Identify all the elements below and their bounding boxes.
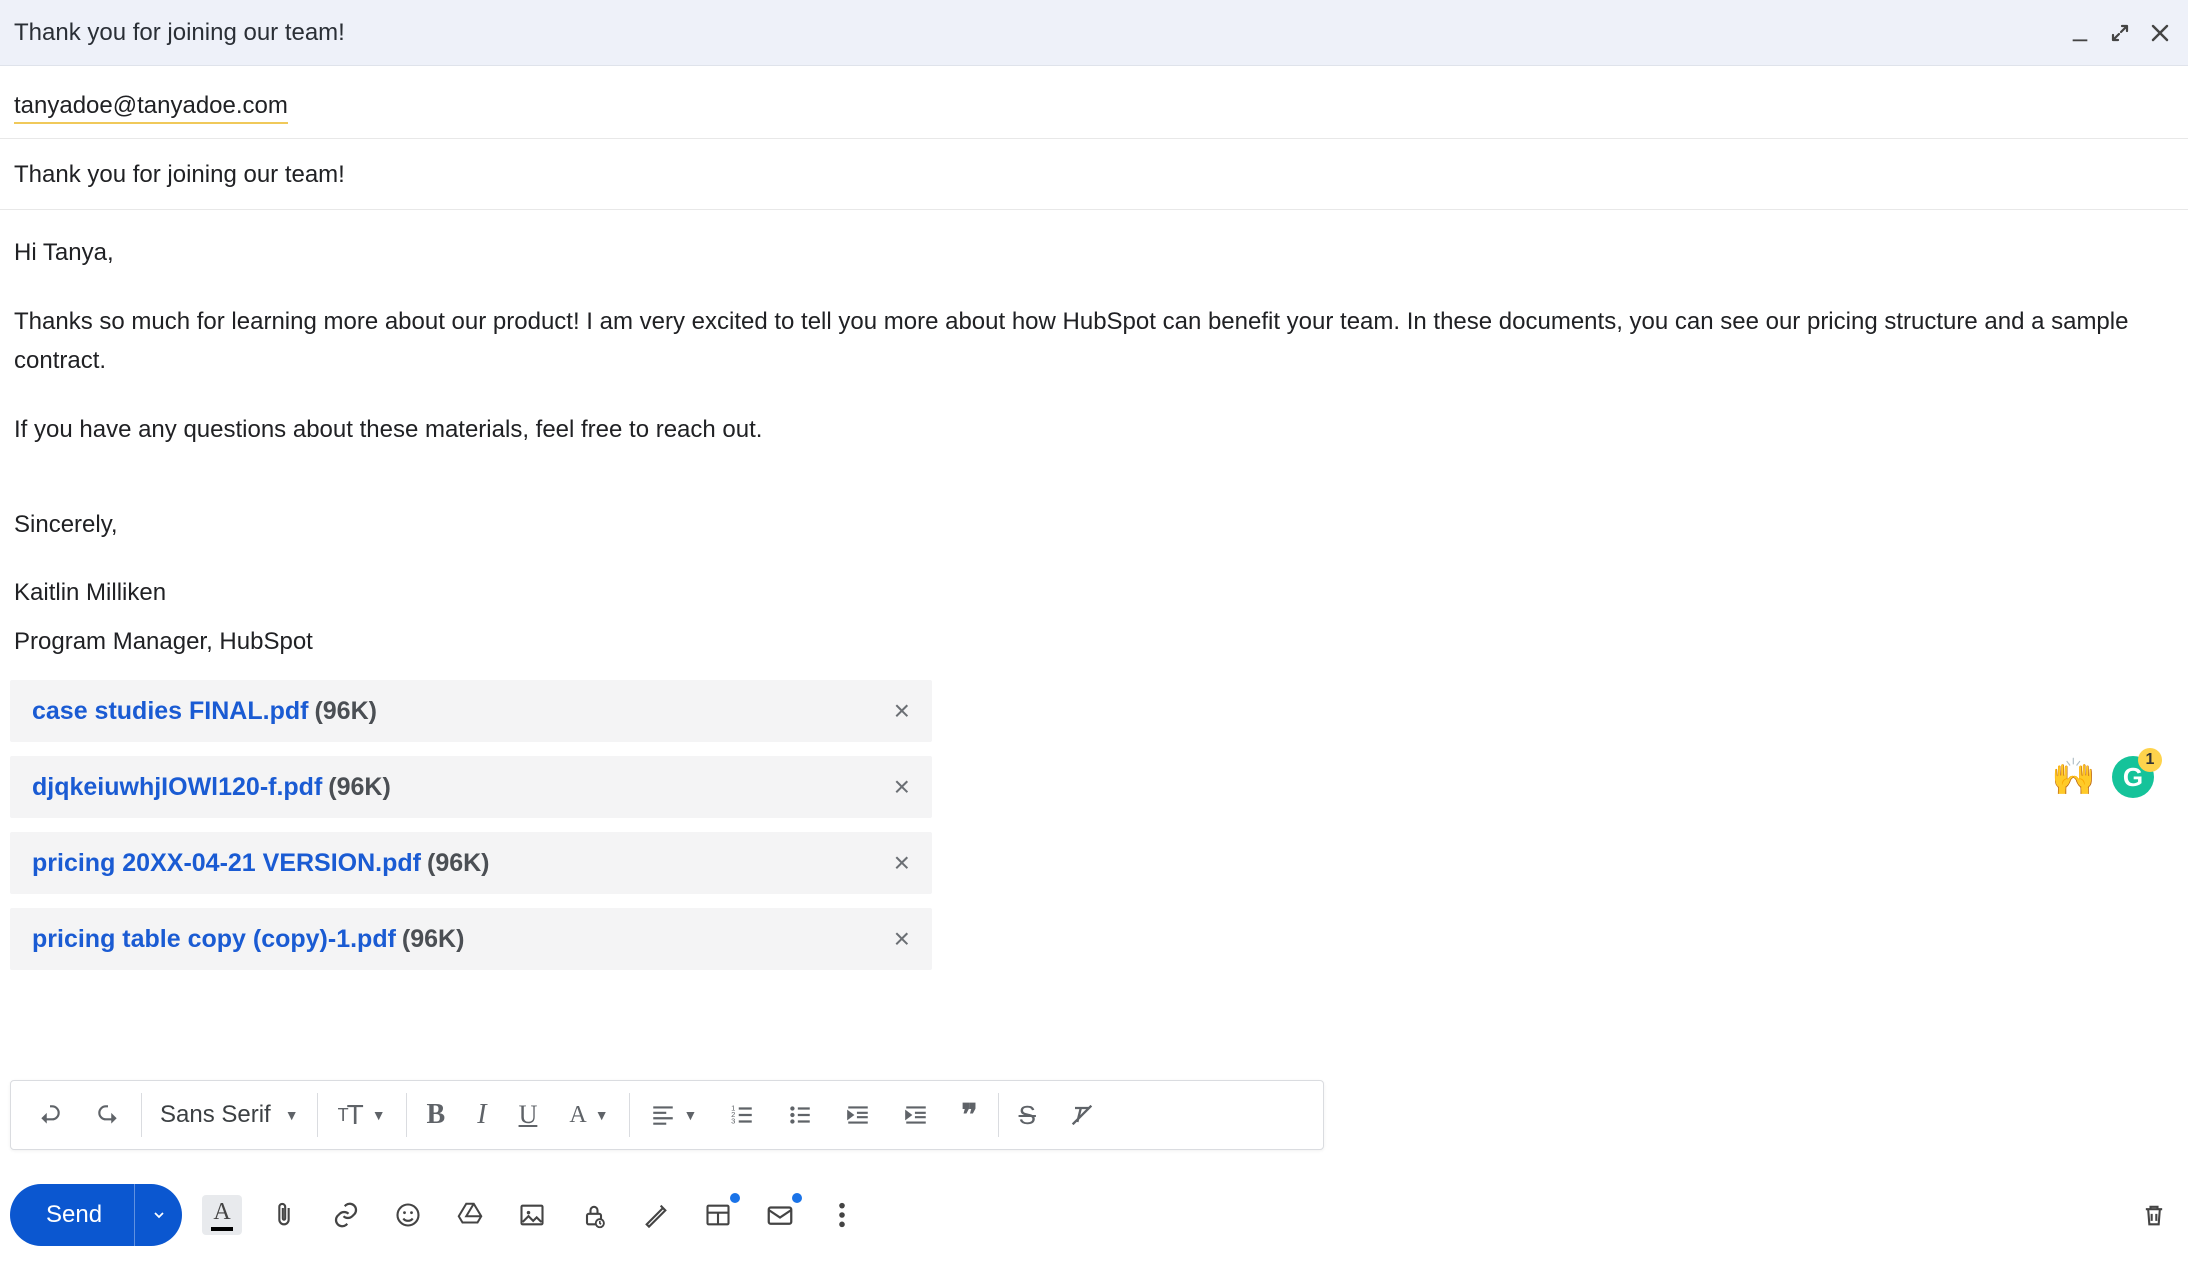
compose-actions: A: [202, 1195, 862, 1235]
insert-drive-button[interactable]: [450, 1195, 490, 1235]
italic-button[interactable]: I: [461, 1092, 502, 1138]
strikethrough-button[interactable]: S: [1003, 1092, 1052, 1138]
attachment-name[interactable]: case studies FINAL.pdf: [32, 697, 308, 726]
indent-more-button[interactable]: [887, 1092, 945, 1138]
chevron-down-icon: ▼: [684, 1107, 698, 1123]
insert-link-button[interactable]: [326, 1195, 366, 1235]
attachment-name[interactable]: pricing 20XX-04-21 VERSION.pdf: [32, 849, 421, 878]
subject-text[interactable]: Thank you for joining our team!: [14, 161, 345, 188]
format-toolbar: Sans Serif ▼ TT ▼ B I U A▼ ▼ 123 ❞ S: [10, 1080, 1324, 1150]
recipient-row[interactable]: tanyadoe@tanyadoe.com: [0, 66, 2188, 139]
underline-button[interactable]: U: [503, 1092, 554, 1138]
attachment-item[interactable]: case studies FINAL.pdf (96K) ×: [10, 680, 932, 742]
more-options-button[interactable]: [822, 1195, 862, 1235]
undo-button[interactable]: [21, 1092, 79, 1138]
insert-photo-button[interactable]: [512, 1195, 552, 1235]
svg-text:3: 3: [732, 1117, 736, 1126]
attachments-list: case studies FINAL.pdf (96K) × djqkeiuwh…: [0, 674, 940, 970]
chevron-down-icon: ▼: [372, 1107, 386, 1123]
attachment-size: (96K): [427, 849, 490, 878]
minimize-icon[interactable]: [2066, 19, 2094, 47]
font-select[interactable]: Sans Serif ▼: [146, 1101, 313, 1129]
insert-signature-button[interactable]: [636, 1195, 676, 1235]
font-size-button[interactable]: TT ▼: [322, 1092, 402, 1138]
bullet-list-button[interactable]: [771, 1092, 829, 1138]
formatting-toggle-button[interactable]: A: [202, 1195, 242, 1235]
attachment-item[interactable]: pricing 20XX-04-21 VERSION.pdf (96K) ×: [10, 832, 932, 894]
close-icon[interactable]: [2146, 19, 2174, 47]
align-button[interactable]: ▼: [634, 1092, 714, 1138]
attachment-item[interactable]: djqkeiuwhjIOWl120-f.pdf (96K) ×: [10, 756, 932, 818]
send-options-button[interactable]: [134, 1184, 182, 1246]
body-p1: Thanks so much for learning more about o…: [14, 303, 2174, 381]
redo-button[interactable]: [79, 1092, 137, 1138]
attachment-size: (96K): [402, 925, 465, 954]
quote-button[interactable]: ❞: [945, 1092, 993, 1138]
extension-icons: 🙌 G: [2051, 756, 2154, 798]
attachment-size: (96K): [314, 697, 377, 726]
send-button[interactable]: Send: [10, 1184, 134, 1246]
subject-row[interactable]: Thank you for joining our team!: [0, 139, 2188, 210]
attachment-name[interactable]: djqkeiuwhjIOWl120-f.pdf: [32, 773, 322, 802]
attach-file-button[interactable]: [264, 1195, 304, 1235]
body-greeting: Hi Tanya,: [14, 234, 2174, 273]
bold-button[interactable]: B: [411, 1092, 462, 1138]
indent-less-button[interactable]: [829, 1092, 887, 1138]
clear-formatting-button[interactable]: [1052, 1092, 1112, 1138]
attachment-size: (96K): [328, 773, 391, 802]
remove-attachment-icon[interactable]: ×: [894, 847, 910, 879]
font-name: Sans Serif: [160, 1101, 271, 1129]
raised-hands-icon[interactable]: 🙌: [2051, 756, 2096, 798]
compose-title: Thank you for joining our team!: [14, 19, 2066, 47]
email-body[interactable]: Hi Tanya, Thanks so much for learning mo…: [0, 210, 2188, 662]
compose-titlebar: Thank you for joining our team!: [0, 0, 2188, 66]
body-signoff: Sincerely,: [14, 506, 2174, 545]
body-role: Program Manager, HubSpot: [14, 623, 2174, 662]
discard-draft-button[interactable]: [2134, 1195, 2174, 1235]
text-color-button[interactable]: A▼: [553, 1092, 624, 1138]
confidential-mode-button[interactable]: [574, 1195, 614, 1235]
remove-attachment-icon[interactable]: ×: [894, 771, 910, 803]
remove-attachment-icon[interactable]: ×: [894, 695, 910, 727]
recipient-chip[interactable]: tanyadoe@tanyadoe.com: [14, 92, 288, 124]
grammarly-icon[interactable]: G: [2112, 756, 2154, 798]
chevron-down-icon: ▼: [285, 1107, 299, 1123]
send-button-group: Send: [10, 1184, 182, 1246]
bottom-bar: Send A: [10, 1180, 2174, 1250]
layouts-button[interactable]: [698, 1195, 738, 1235]
mailmerge-button[interactable]: [760, 1195, 800, 1235]
insert-emoji-button[interactable]: [388, 1195, 428, 1235]
remove-attachment-icon[interactable]: ×: [894, 923, 910, 955]
chevron-down-icon: ▼: [595, 1107, 609, 1123]
restore-icon[interactable]: [2106, 19, 2134, 47]
body-p2: If you have any questions about these ma…: [14, 411, 2174, 450]
numbered-list-button[interactable]: 123: [713, 1092, 771, 1138]
body-name: Kaitlin Milliken: [14, 574, 2174, 613]
attachment-item[interactable]: pricing table copy (copy)-1.pdf (96K) ×: [10, 908, 932, 970]
attachment-name[interactable]: pricing table copy (copy)-1.pdf: [32, 925, 396, 954]
window-controls: [2066, 19, 2174, 47]
